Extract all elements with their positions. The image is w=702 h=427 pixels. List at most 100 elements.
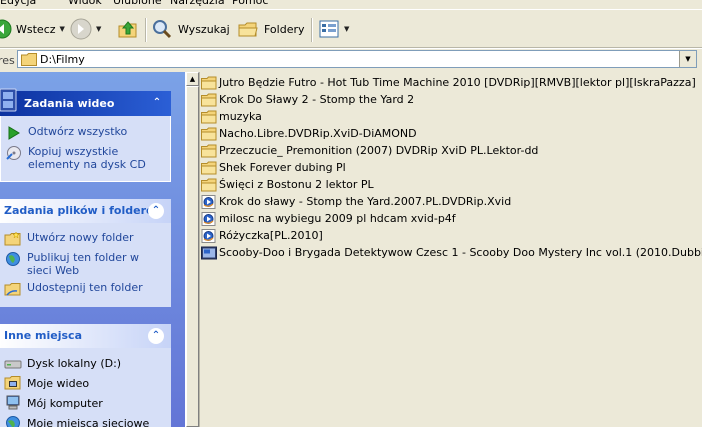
file-row[interactable]: milosc na wybiegu 2009 pl hdcam xvid-p4f <box>201 210 456 227</box>
video-tasks-body: Odtwórz wszystko Kopiuj wszystkie elemen… <box>0 116 171 182</box>
file-tasks-header[interactable]: Zadania plików i folderów ⌃ <box>0 199 171 223</box>
file-name: Jutro Będzie Futro - Hot Tub Time Machin… <box>219 76 696 89</box>
forward-dropdown-icon[interactable]: ▼ <box>96 25 101 33</box>
menu-widok[interactable]: Widok <box>68 0 102 8</box>
file-row[interactable]: Przeczucie_ Premonition (2007) DVDRip Xv… <box>201 142 538 159</box>
back-label: Wstecz <box>16 22 56 36</box>
task-publish-web-label: Publikuj ten folder w sieci Web <box>27 251 140 277</box>
views-icon <box>319 20 339 38</box>
network-places-icon <box>6 416 20 427</box>
task-play-all[interactable]: Odtwórz wszystko <box>5 125 127 141</box>
video-tasks-title: Zadania wideo <box>24 97 115 110</box>
media-file-icon <box>201 228 217 243</box>
forward-button[interactable]: ▼ <box>70 14 101 44</box>
file-name: Shek Forever dubing Pl <box>219 161 346 174</box>
other-places-body: Dysk lokalny (D:) Moje wideo Mój kompute… <box>0 348 171 427</box>
file-row[interactable]: Scooby-Doo i Brygada Detektywow Czesc 1 … <box>201 244 702 261</box>
address-field[interactable]: D:\Filmy ▼ <box>17 50 697 68</box>
folders-label: Foldery <box>264 22 305 36</box>
share-folder-icon <box>4 283 21 296</box>
place-my-videos[interactable]: Moje wideo <box>4 375 89 391</box>
place-my-computer-label: Mój komputer <box>27 396 103 410</box>
search-button[interactable]: Wyszukaj <box>151 14 230 44</box>
search-label: Wyszukaj <box>178 22 230 36</box>
folders-button[interactable]: Foldery <box>237 14 305 44</box>
collapse-chevron-icon[interactable]: ⌃ <box>148 328 164 344</box>
file-row[interactable]: Jutro Będzie Futro - Hot Tub Time Machin… <box>201 74 696 91</box>
collapse-chevron-icon[interactable]: ⌃ <box>150 96 164 110</box>
file-row[interactable]: Krok do sławy - Stomp the Yard.2007.PL.D… <box>201 193 511 210</box>
place-network-label: Moje miejsca sieciowe <box>27 416 150 427</box>
file-row[interactable]: Nacho.Libre.DVDRip.XviD-DiAMOND <box>201 125 417 142</box>
views-dropdown-icon[interactable]: ▼ <box>344 25 349 33</box>
scroll-thumb[interactable] <box>186 86 199 427</box>
place-my-videos-label: Moje wideo <box>27 376 90 390</box>
views-button[interactable]: ▼ <box>318 14 349 44</box>
task-pane: Zadania wideo ⌃ Odtwórz wszystko Kopiuj … <box>0 72 185 427</box>
file-name: milosc na wybiegu 2009 pl hdcam xvid-p4f <box>219 212 456 225</box>
film-icon <box>0 88 17 111</box>
search-icon <box>153 20 172 39</box>
folder-icon <box>201 161 217 175</box>
menu-bar: Edycja Widok Ulubione Narzędzia Pomoc <box>0 0 702 8</box>
other-places-header[interactable]: Inne miejsca ⌃ <box>0 324 171 348</box>
up-folder-button[interactable] <box>117 14 139 44</box>
task-play-all-label: Odtwórz wszystko <box>28 125 128 138</box>
video-tasks-header[interactable]: Zadania wideo ⌃ <box>0 88 171 116</box>
toolbar-separator <box>145 18 146 42</box>
place-network[interactable]: Moje miejsca sieciowe <box>4 415 149 427</box>
menu-edycja[interactable]: Edycja <box>0 0 36 8</box>
new-folder-icon <box>4 231 21 246</box>
address-dropdown-button[interactable]: ▼ <box>679 51 696 67</box>
place-local-disk[interactable]: Dysk lokalny (D:) <box>4 355 121 371</box>
other-places-title: Inne miejsca <box>4 329 82 342</box>
file-name: Krok Do Sławy 2 - Stomp the Yard 2 <box>219 93 415 106</box>
task-new-folder[interactable]: Utwórz nowy folder <box>4 231 134 247</box>
back-dropdown-icon[interactable]: ▼ <box>60 25 65 33</box>
cd-copy-icon <box>6 146 21 160</box>
hard-drive-icon <box>4 360 22 369</box>
folder-icon <box>201 76 217 90</box>
file-name: Nacho.Libre.DVDRip.XviD-DiAMOND <box>219 127 417 140</box>
toolbar-separator <box>311 18 312 42</box>
file-tasks-body: Utwórz nowy folder Publikuj ten folder w… <box>0 223 171 307</box>
task-share-folder-label: Udostępnij ten folder <box>27 281 143 294</box>
file-tasks-title: Zadania plików i folderów <box>4 204 164 217</box>
vertical-scrollbar[interactable]: ▲ <box>186 72 200 427</box>
globe-icon <box>6 252 20 266</box>
menu-ulubione[interactable]: Ulubione <box>113 0 162 8</box>
task-new-folder-label: Utwórz nowy folder <box>27 231 134 244</box>
file-name: muzyka <box>219 110 262 123</box>
chevron-down-icon: ▼ <box>685 55 691 63</box>
folder-icon <box>201 110 217 124</box>
task-copy-to-cd[interactable]: Kopiuj wszystkie elementy na dysk CD <box>5 145 170 171</box>
menu-pomoc[interactable]: Pomoc <box>232 0 268 8</box>
folder-icon <box>201 144 217 158</box>
file-row[interactable]: Shek Forever dubing Pl <box>201 159 346 176</box>
file-row[interactable]: Krok Do Sławy 2 - Stomp the Yard 2 <box>201 91 414 108</box>
folder-icon <box>201 93 217 107</box>
address-label: res <box>0 54 15 67</box>
menu-narzedzia[interactable]: Narzędzia <box>170 0 225 8</box>
place-my-computer[interactable]: Mój komputer <box>4 395 103 411</box>
scroll-up-button[interactable]: ▲ <box>186 72 199 86</box>
collapse-chevron-icon[interactable]: ⌃ <box>148 203 164 219</box>
file-list-pane: ▲ Jutro Będzie Futro - Hot Tub Time Mach… <box>185 72 702 427</box>
task-share-folder[interactable]: Udostępnij ten folder <box>4 281 143 297</box>
back-arrow-icon <box>0 19 12 39</box>
back-button[interactable]: Wstecz ▼ <box>0 14 65 44</box>
media-file-icon <box>201 211 217 226</box>
file-name: Przeczucie_ Premonition (2007) DVDRip Xv… <box>219 144 539 157</box>
file-row[interactable]: Święci z Bostonu 2 lektor PL <box>201 176 374 193</box>
file-name: Scooby-Doo i Brygada Detektywow Czesc 1 … <box>219 246 702 259</box>
forward-arrow-icon <box>70 18 92 40</box>
folder-icon <box>201 178 217 192</box>
file-row[interactable]: muzyka <box>201 108 262 125</box>
file-name: Święci z Bostonu 2 lektor PL <box>219 178 374 191</box>
folders-icon <box>238 22 258 37</box>
task-publish-web[interactable]: Publikuj ten folder w sieci Web <box>4 251 164 277</box>
folder-icon <box>201 127 217 141</box>
file-row[interactable]: Różyczka[PL.2010] <box>201 227 323 244</box>
up-folder-icon <box>118 21 137 38</box>
computer-icon <box>6 395 20 410</box>
